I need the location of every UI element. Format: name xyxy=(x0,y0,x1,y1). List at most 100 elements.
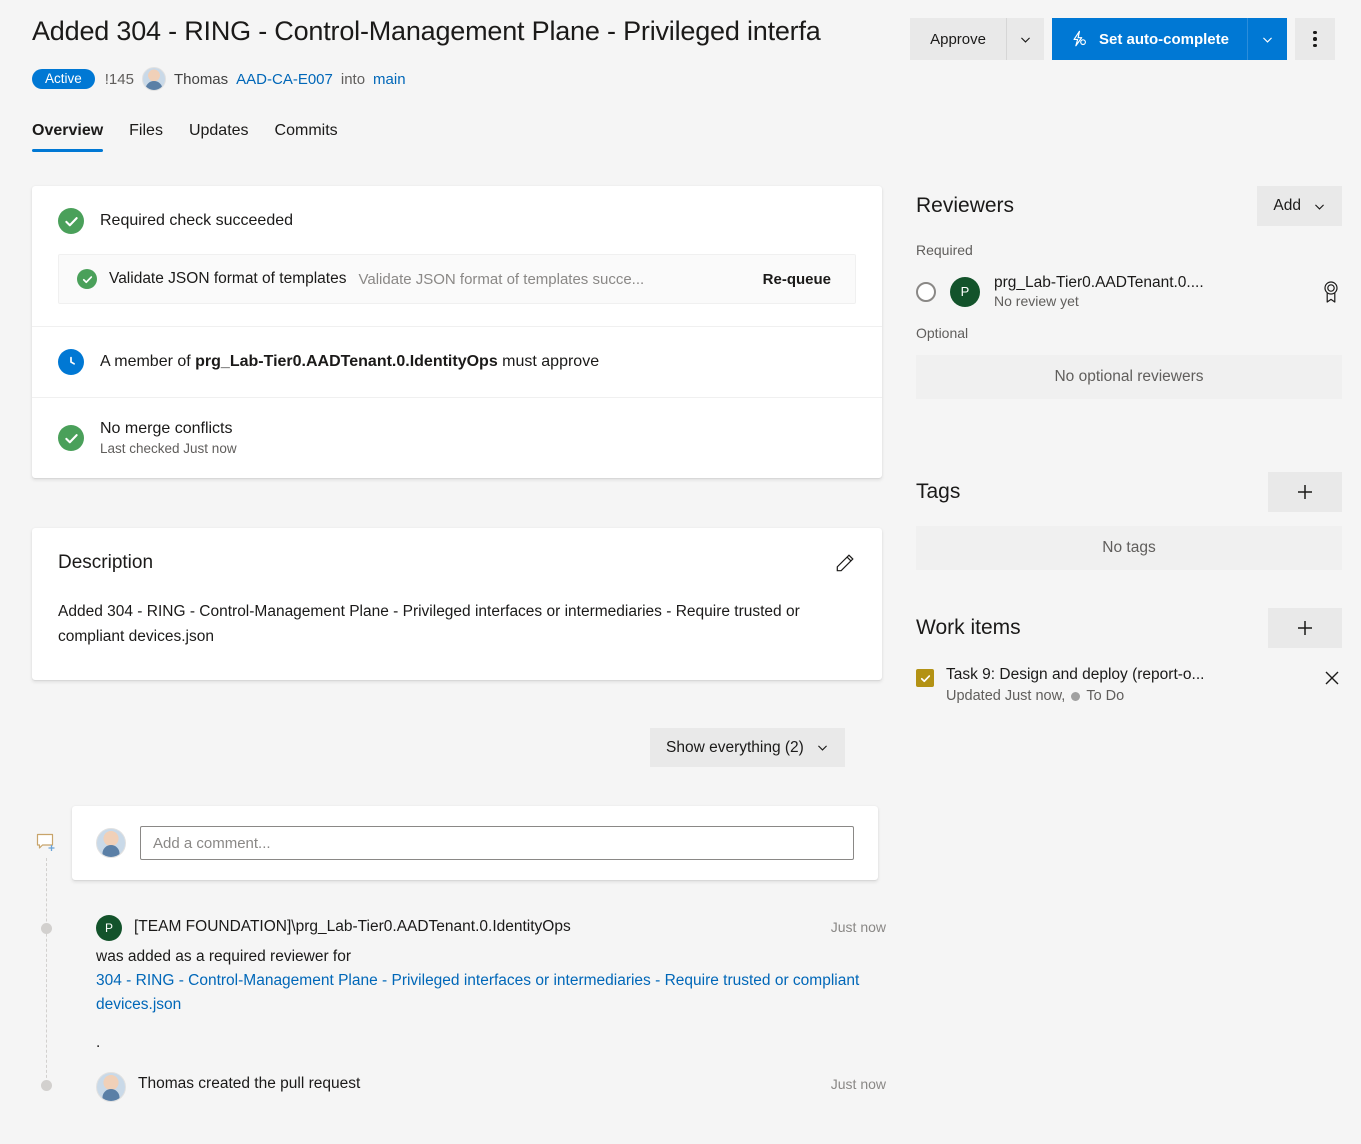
task-checkbox-icon xyxy=(916,669,934,687)
work-items-title: Work items xyxy=(916,616,1021,640)
show-everything-label: Show everything (2) xyxy=(666,739,804,757)
reviewers-header: Reviewers Add xyxy=(916,186,1342,226)
reviewers-section: Reviewers Add Required P prg_Lab-Tier0.A… xyxy=(916,186,1342,399)
more-options-button[interactable] xyxy=(1295,18,1335,60)
reviewer-name: prg_Lab-Tier0.AADTenant.0.... xyxy=(994,274,1306,292)
re-queue-button[interactable]: Re-queue xyxy=(763,271,837,288)
auto-complete-bolt-icon xyxy=(1070,30,1088,48)
add-reviewer-button[interactable]: Add xyxy=(1257,186,1342,226)
reviewer-info: prg_Lab-Tier0.AADTenant.0.... No review … xyxy=(994,274,1306,309)
set-auto-complete-label: Set auto-complete xyxy=(1099,31,1229,48)
plus-icon xyxy=(1295,482,1315,502)
tags-section: Tags No tags xyxy=(916,472,1342,570)
tab-updates[interactable]: Updates xyxy=(189,122,249,152)
close-x-icon[interactable] xyxy=(1322,668,1342,688)
target-branch-link[interactable]: main xyxy=(373,71,406,88)
policy-summary-row: Required check succeeded xyxy=(32,186,882,240)
activity-timestamp: Just now xyxy=(831,1076,886,1092)
approval-requirement-text: A member of prg_Lab-Tier0.AADTenant.0.Id… xyxy=(100,353,599,371)
set-auto-complete-button[interactable]: Set auto-complete xyxy=(1052,18,1247,60)
tab-commits[interactable]: Commits xyxy=(275,122,338,152)
success-check-icon xyxy=(77,269,97,289)
reviewers-title: Reviewers xyxy=(916,194,1014,218)
activity-action-text: was added as a required reviewer for xyxy=(96,948,351,965)
reviewer-status: No review yet xyxy=(994,293,1306,309)
merge-status-block: No merge conflicts Last checked Just now xyxy=(100,420,237,456)
activity-body: was added as a required reviewer for 304… xyxy=(96,945,886,1055)
description-title: Description xyxy=(58,552,153,574)
show-everything-filter-button[interactable]: Show everything (2) xyxy=(650,728,845,767)
activity-timestamp: Just now xyxy=(831,919,886,935)
work-item-title: Task 9: Design and deploy (report-o... xyxy=(946,666,1310,684)
approval-group-name: prg_Lab-Tier0.AADTenant.0.IdentityOps xyxy=(195,353,498,370)
work-item-state-dot-icon xyxy=(1071,692,1080,701)
header-actions: Approve Set auto-complete xyxy=(910,18,1335,60)
activity-header: Thomas created the pull request Just now xyxy=(96,1072,886,1102)
page-title: Added 304 - RING - Control-Management Pl… xyxy=(32,16,821,47)
pr-id: !145 xyxy=(105,71,134,88)
tags-header: Tags xyxy=(916,472,1342,512)
user-avatar xyxy=(96,1072,126,1102)
pr-tabs: Overview Files Updates Commits xyxy=(32,122,338,152)
merge-status-subtitle: Last checked Just now xyxy=(100,441,237,456)
chevron-down-icon xyxy=(1261,33,1274,46)
chevron-down-icon xyxy=(1019,33,1032,46)
approve-dropdown-button[interactable] xyxy=(1006,18,1044,60)
reviewer-row: P prg_Lab-Tier0.AADTenant.0.... No revie… xyxy=(916,274,1342,309)
into-label: into xyxy=(341,71,365,88)
policy-merge-row: No merge conflicts Last checked Just now xyxy=(32,397,882,478)
activity-item-reviewer-added: P [TEAM FOUNDATION]\prg_Lab-Tier0.AADTen… xyxy=(96,915,886,1055)
work-items-section: Work items Task 9: Design and deploy (re… xyxy=(916,608,1342,704)
policy-check-item[interactable]: Validate JSON format of templates Valida… xyxy=(58,254,856,304)
work-items-header: Work items xyxy=(916,608,1342,648)
optional-reviewers-label: Optional xyxy=(916,325,1342,341)
activity-trailing-text: . xyxy=(96,1031,886,1055)
page-header: Added 304 - RING - Control-Management Pl… xyxy=(0,0,1361,110)
approve-button[interactable]: Approve xyxy=(910,18,1006,60)
work-item-info: Task 9: Design and deploy (report-o... U… xyxy=(946,666,1310,704)
activity-timeline-line xyxy=(46,858,47,1088)
chevron-down-icon xyxy=(816,741,829,754)
activity-text: Thomas created the pull request xyxy=(138,1072,360,1093)
activity-actor: [TEAM FOUNDATION]\prg_Lab-Tier0.AADTenan… xyxy=(134,915,571,936)
tags-title: Tags xyxy=(916,480,960,504)
merge-status-title: No merge conflicts xyxy=(100,420,237,438)
pencil-edit-icon[interactable] xyxy=(834,552,856,574)
pending-clock-icon xyxy=(58,349,84,375)
activity-item-pr-created: Thomas created the pull request Just now xyxy=(96,1072,886,1102)
add-work-item-button[interactable] xyxy=(1268,608,1342,648)
add-tag-button[interactable] xyxy=(1268,472,1342,512)
auto-complete-dropdown-button[interactable] xyxy=(1247,18,1287,60)
add-comment-card xyxy=(72,806,878,880)
timeline-dot xyxy=(41,923,52,934)
author-avatar xyxy=(142,67,166,91)
plus-icon xyxy=(1295,618,1315,638)
pr-meta-row: Active !145 Thomas AAD-CA-E007 into main xyxy=(32,67,406,91)
activity-file-link[interactable]: 304 - RING - Control-Management Plane - … xyxy=(96,972,859,1013)
description-body: Added 304 - RING - Control-Management Pl… xyxy=(58,600,828,650)
timeline-dot xyxy=(41,1080,52,1091)
policy-checks-card: Required check succeeded Validate JSON f… xyxy=(32,186,882,478)
status-badge: Active xyxy=(32,69,95,90)
no-optional-reviewers-message: No optional reviewers xyxy=(916,355,1342,399)
approval-prefix: A member of xyxy=(100,353,195,370)
comment-input[interactable] xyxy=(140,826,854,860)
description-header: Description xyxy=(58,552,856,574)
success-check-icon xyxy=(58,208,84,234)
author-name: Thomas xyxy=(174,71,228,88)
reviewer-avatar: P xyxy=(950,277,980,307)
check-description: Validate JSON format of templates succe.… xyxy=(358,271,750,288)
policy-summary-label: Required check succeeded xyxy=(100,212,293,230)
chevron-down-icon xyxy=(1313,200,1326,213)
required-reviewer-ribbon-icon xyxy=(1320,280,1342,304)
tab-overview[interactable]: Overview xyxy=(32,122,103,152)
approval-suffix: must approve xyxy=(498,353,599,370)
tab-files[interactable]: Files xyxy=(129,122,163,152)
current-user-avatar xyxy=(96,828,126,858)
work-item-row[interactable]: Task 9: Design and deploy (report-o... U… xyxy=(916,666,1342,704)
activity-header: P [TEAM FOUNDATION]\prg_Lab-Tier0.AADTen… xyxy=(96,915,886,941)
add-comment-icon[interactable] xyxy=(36,833,58,853)
source-branch-link[interactable]: AAD-CA-E007 xyxy=(236,71,333,88)
work-item-state: To Do xyxy=(1086,688,1124,704)
vote-circle-icon[interactable] xyxy=(916,282,936,302)
